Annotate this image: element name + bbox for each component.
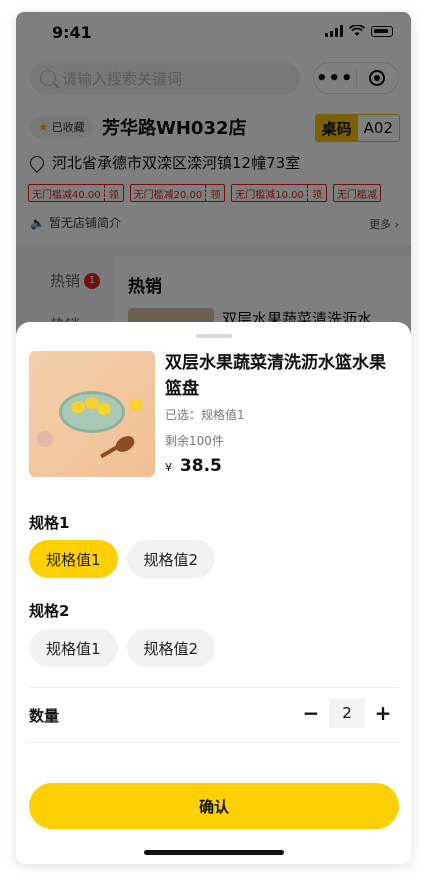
stock-count: 剩余100件 [165, 434, 224, 448]
spec-options: 规格值1 规格值2 [29, 540, 216, 578]
spec-group-label: 规格1 [29, 514, 70, 532]
quantity-stepper: − 2 + [299, 698, 395, 728]
home-indicator [144, 850, 284, 855]
currency-symbol: ¥ [165, 461, 172, 474]
confirm-button[interactable]: 确认 [29, 783, 399, 829]
minus-button[interactable]: − [299, 698, 323, 728]
spec-option[interactable]: 规格值2 [126, 629, 216, 667]
product-price: ¥ 38.5 [165, 456, 222, 476]
quantity-label: 数量 [29, 707, 60, 725]
divider [29, 742, 399, 743]
spec-group-label: 规格2 [29, 602, 70, 620]
spec-option-selected[interactable]: 规格值1 [29, 540, 118, 578]
spec-option[interactable]: 规格值1 [29, 629, 118, 667]
sheet-handle[interactable] [196, 334, 232, 338]
phone-screen: 9:41 请输入搜索关键词 ••• ★ 已收藏 芳华路WH032店 桌码 [16, 12, 411, 864]
product-image [29, 351, 155, 477]
spec-options: 规格值1 规格值2 [29, 629, 216, 667]
product-name: 双层水果蔬菜清洗沥水篮水果篮盘 [165, 353, 386, 399]
quantity-input[interactable]: 2 [329, 698, 365, 728]
spec-bottom-sheet: 双层水果蔬菜清洗沥水篮水果篮盘 已选：规格值1 剩余100件 ¥ 38.5 规格… [16, 322, 411, 864]
spec-option[interactable]: 规格值2 [126, 540, 216, 578]
divider [29, 687, 399, 688]
selected-spec: 已选：规格值1 [165, 408, 245, 422]
price-value: 38.5 [179, 456, 222, 476]
plus-button[interactable]: + [371, 698, 395, 728]
